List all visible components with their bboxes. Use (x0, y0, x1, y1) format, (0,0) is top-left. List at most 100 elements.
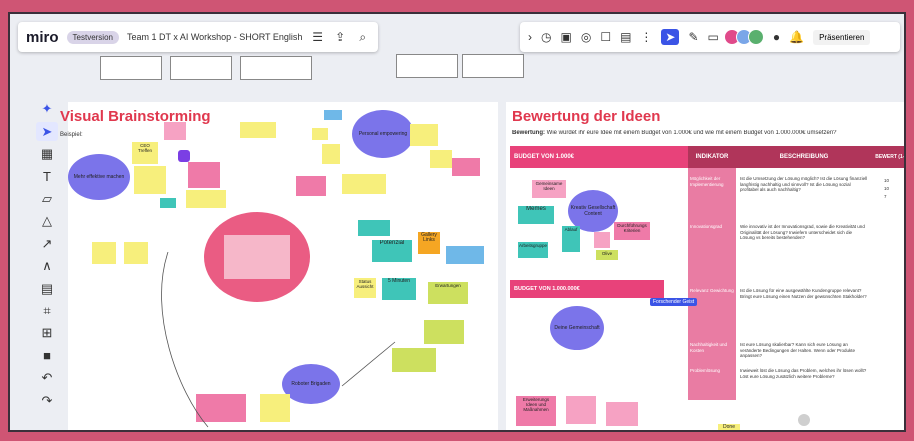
score-header: BEWERT (1-10 Pun (872, 146, 904, 168)
trial-badge[interactable]: Testversion (66, 30, 119, 44)
sticky-note[interactable] (134, 166, 166, 194)
sticky-note[interactable] (178, 150, 190, 162)
sticky-note[interactable] (606, 402, 638, 426)
sticky-note[interactable]: Potenzial (372, 240, 412, 262)
plus-icon[interactable]: ⊞ (36, 324, 58, 342)
connector-line[interactable] (148, 252, 238, 432)
sticky-note[interactable]: Arbeitsgruppe (518, 242, 548, 258)
sticky-note[interactable] (324, 110, 342, 120)
more-icon[interactable]: ⋮ (640, 30, 652, 44)
board-title[interactable]: Team 1 DT x AI Workshop - SHORT English (127, 32, 302, 42)
indicator-column (688, 168, 736, 400)
sticky-note[interactable] (186, 190, 226, 208)
comment-icon[interactable]: ▤ (36, 279, 58, 297)
frame-thumbnail[interactable] (462, 54, 524, 78)
sticky-note[interactable]: Olive (596, 250, 618, 260)
sticky-note[interactable] (260, 394, 290, 422)
sticky-note[interactable] (452, 158, 480, 176)
menu-icon[interactable]: ☰ (310, 30, 325, 44)
text-icon[interactable]: T (36, 167, 58, 185)
share-icon[interactable]: ⇪ (333, 30, 348, 44)
cursor-name-tag: Forschender Geist (650, 298, 698, 306)
sticky-note[interactable]: Ablauf (562, 226, 580, 252)
indicator: Relevanz Gewichtung (690, 288, 734, 293)
line-icon[interactable]: ↗ (36, 235, 58, 253)
frame-thumbnail[interactable] (100, 56, 162, 80)
sticky-note[interactable]: CEO Treffen (132, 142, 158, 164)
done-note[interactable]: Done (718, 424, 740, 430)
sticky-note[interactable] (312, 128, 328, 140)
sticky-note-icon[interactable]: ▱ (36, 190, 58, 208)
sticky-note[interactable] (160, 198, 176, 208)
undo-icon[interactable]: ↶ (36, 369, 58, 387)
score-value: 7 (884, 194, 887, 199)
sticky-note[interactable]: Memes (518, 206, 554, 224)
crop-icon[interactable]: ⌗ (36, 302, 58, 320)
sticky-note[interactable]: Durchführungs Kriterien (614, 222, 650, 240)
shape-icon[interactable]: △ (36, 212, 58, 230)
frame-thumbnail[interactable] (396, 54, 458, 78)
budget-small-header: BUDGET VON 1.000€ (510, 146, 688, 168)
idea-circle[interactable]: Deine Gemeinschaft (550, 306, 604, 350)
description-header: BESCHREIBUNG (736, 146, 872, 168)
arrow-line[interactable] (340, 338, 400, 388)
video-icon[interactable]: ▣ (560, 30, 571, 44)
indicator: Innovationsgrad (690, 224, 723, 229)
sticky-note[interactable]: Status Aussicht (354, 278, 376, 298)
clock-icon[interactable]: ● (773, 30, 780, 44)
avatar[interactable] (747, 29, 764, 45)
sticky-note[interactable] (524, 430, 544, 432)
right-toolbar: › ◷ ▣ ◎ ☐ ▤ ⋮ ➤ ✎ ▭ ● 🔔 Präsentieren (520, 22, 900, 52)
timer-icon[interactable]: ◷ (541, 30, 551, 44)
sticky-note[interactable] (322, 144, 340, 164)
sticky-note[interactable]: Gallery Links (418, 232, 440, 254)
redo-icon[interactable]: ↷ (36, 391, 58, 409)
frame-thumbnail[interactable] (170, 56, 232, 80)
idea-circle[interactable]: Roboter Brigaden (282, 364, 340, 404)
ai-sparkle-icon[interactable]: ✦ (36, 100, 58, 118)
bell-icon[interactable]: 🔔 (789, 30, 804, 44)
vote-icon[interactable]: ☐ (600, 30, 611, 44)
sticky-note[interactable] (430, 150, 452, 168)
sticky-note[interactable] (296, 176, 326, 196)
sticky-note[interactable] (342, 174, 386, 194)
sticky-note[interactable] (424, 320, 464, 344)
sticky-note[interactable] (566, 396, 596, 424)
question-label: Bewertung: (512, 130, 545, 136)
sticky-note[interactable] (446, 246, 484, 264)
sticky-note[interactable] (164, 122, 186, 140)
brainstorm-frame[interactable]: Visual Brainstorming Beispiel: Mehr effe… (60, 102, 498, 432)
select-icon[interactable]: ➤ (36, 122, 58, 141)
indicator: Problemlösung (690, 368, 721, 373)
sheet-icon[interactable]: ▤ (620, 30, 631, 44)
idea-circle[interactable]: Personal empowering (352, 110, 414, 158)
chevron-right-icon[interactable]: › (528, 30, 532, 44)
apps-icon[interactable]: ■ (36, 347, 58, 365)
top-bar: miro Testversion Team 1 DT x AI Workshop… (18, 22, 378, 52)
sticky-note[interactable] (358, 220, 390, 236)
search-icon[interactable]: ⌕ (355, 30, 370, 45)
frame-thumbnail[interactable] (240, 56, 312, 80)
sticky-note[interactable] (188, 162, 220, 188)
sticky-note[interactable] (594, 232, 610, 248)
sticky-note[interactable]: Gemeinsame Ideen (532, 180, 566, 198)
sticky-note[interactable] (92, 242, 116, 264)
present-button[interactable]: Präsentieren (813, 29, 871, 45)
comment-icon[interactable]: ▭ (708, 30, 719, 44)
cursor-icon[interactable]: ➤ (661, 29, 680, 45)
pen-icon[interactable]: ✎ (688, 30, 698, 44)
frame-icon[interactable]: ▦ (36, 145, 58, 163)
sticky-note[interactable] (410, 124, 438, 146)
board-canvas[interactable]: miro Testversion Team 1 DT x AI Workshop… (8, 12, 906, 432)
sticky-note[interactable]: Erwartungen (428, 282, 468, 304)
sticky-note[interactable] (240, 122, 276, 138)
evaluation-question: Bewertung: Wie würdet ihr eure Idee mit … (512, 130, 904, 136)
indicator: Möglichkeit der Implementierung (690, 176, 724, 187)
idea-circle[interactable]: Mehr effektive machen (68, 154, 130, 200)
sticky-note[interactable] (124, 242, 148, 264)
avatars[interactable] (723, 29, 764, 45)
reactions-icon[interactable]: ◎ (581, 30, 591, 44)
pen-icon[interactable]: ∧ (36, 257, 58, 275)
sticky-note[interactable]: Erweiterungs Ideen und Maßnahmen (516, 396, 556, 426)
sticky-note[interactable]: 5 Minuten (382, 278, 416, 300)
